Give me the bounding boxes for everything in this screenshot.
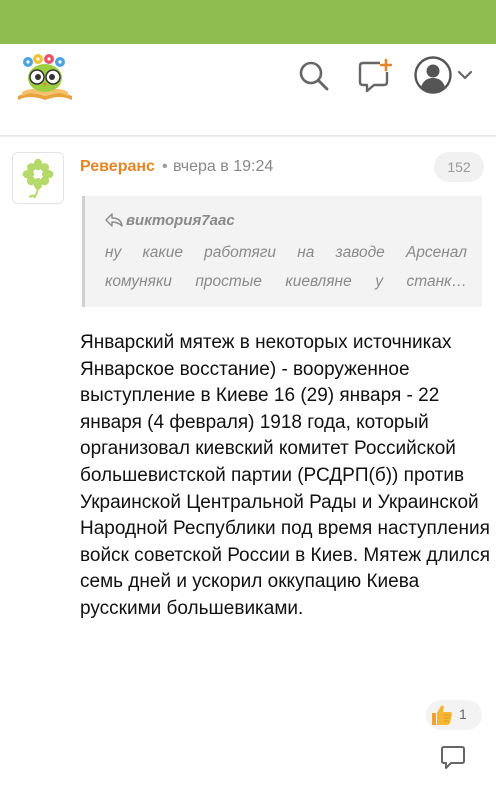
quote-word: станк… bbox=[406, 273, 467, 290]
quote-author[interactable]: виктория7аас bbox=[105, 212, 235, 229]
site-header bbox=[0, 44, 496, 136]
author-avatar[interactable] bbox=[12, 152, 64, 204]
chevron-down-icon[interactable] bbox=[456, 66, 474, 84]
reply-arrow-icon bbox=[105, 213, 123, 227]
thumbs-up-icon bbox=[432, 705, 452, 725]
views-count: 152 bbox=[434, 152, 484, 182]
author-name[interactable]: Реверанс bbox=[80, 158, 155, 176]
quote-word: киевляне bbox=[285, 273, 352, 290]
owl-books-logo[interactable] bbox=[14, 52, 76, 102]
top-color-bar bbox=[0, 0, 496, 44]
like-button[interactable]: 1 bbox=[426, 700, 482, 730]
like-count: 1 bbox=[459, 706, 467, 722]
quote-author-name: виктория7аас bbox=[126, 212, 235, 229]
quote-word: комуняки bbox=[105, 273, 172, 290]
quote-word: простые bbox=[195, 273, 262, 290]
quote-word: у bbox=[375, 273, 383, 290]
meta-separator: • bbox=[162, 158, 168, 175]
post-body: Январский мятеж в некоторых источниках Я… bbox=[80, 332, 491, 619]
quote-line-2: комуняки простые киевляне у станк… bbox=[105, 267, 467, 296]
comment-icon[interactable] bbox=[440, 744, 466, 770]
quote-line-1: ну какие работяги на заводе Арсенал bbox=[105, 244, 467, 261]
user-avatar-icon[interactable] bbox=[414, 56, 452, 94]
post-time: вчера в 19:24 bbox=[173, 158, 274, 175]
header-divider bbox=[0, 136, 496, 137]
chat-add-icon[interactable] bbox=[356, 58, 392, 94]
search-icon[interactable] bbox=[296, 58, 332, 94]
quoted-reply[interactable]: виктория7аас ну какие работяги на заводе… bbox=[82, 196, 482, 307]
